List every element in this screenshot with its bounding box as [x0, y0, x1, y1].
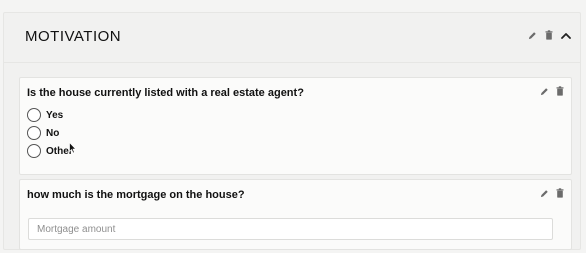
question-title: Is the house currently listed with a rea…: [27, 87, 304, 99]
mortgage-amount-input[interactable]: [29, 219, 552, 240]
radio-button[interactable]: [27, 144, 41, 158]
question-title: how much is the mortgage on the house?: [27, 189, 245, 201]
radio-label: Other: [46, 145, 73, 157]
chevron-up-icon[interactable]: [561, 32, 571, 39]
radio-option-no[interactable]: No: [27, 124, 73, 142]
radio-label: No: [46, 127, 60, 139]
trash-icon[interactable]: [556, 86, 564, 96]
radio-option-yes[interactable]: Yes: [27, 106, 73, 124]
question-card: how much is the mortgage on the house?: [19, 179, 572, 250]
mortgage-amount-field-wrapper: [28, 218, 553, 240]
pencil-icon[interactable]: [540, 87, 549, 96]
section-actions: [528, 30, 571, 40]
section-title: MOTIVATION: [25, 28, 122, 45]
trash-icon[interactable]: [556, 188, 564, 198]
question-actions: [540, 188, 564, 198]
radio-group: Yes No Other: [27, 106, 73, 160]
question-card: Is the house currently listed with a rea…: [19, 77, 572, 175]
pencil-icon[interactable]: [540, 189, 549, 198]
pencil-icon[interactable]: [528, 31, 537, 40]
motivation-section: MOTIVATION Is the house currently listed…: [3, 12, 581, 250]
trash-icon[interactable]: [545, 30, 553, 40]
section-header: MOTIVATION: [4, 13, 580, 63]
radio-label: Yes: [46, 109, 64, 121]
question-actions: [540, 86, 564, 96]
radio-button[interactable]: [27, 126, 41, 140]
radio-option-other[interactable]: Other: [27, 142, 73, 160]
radio-button[interactable]: [27, 108, 41, 122]
